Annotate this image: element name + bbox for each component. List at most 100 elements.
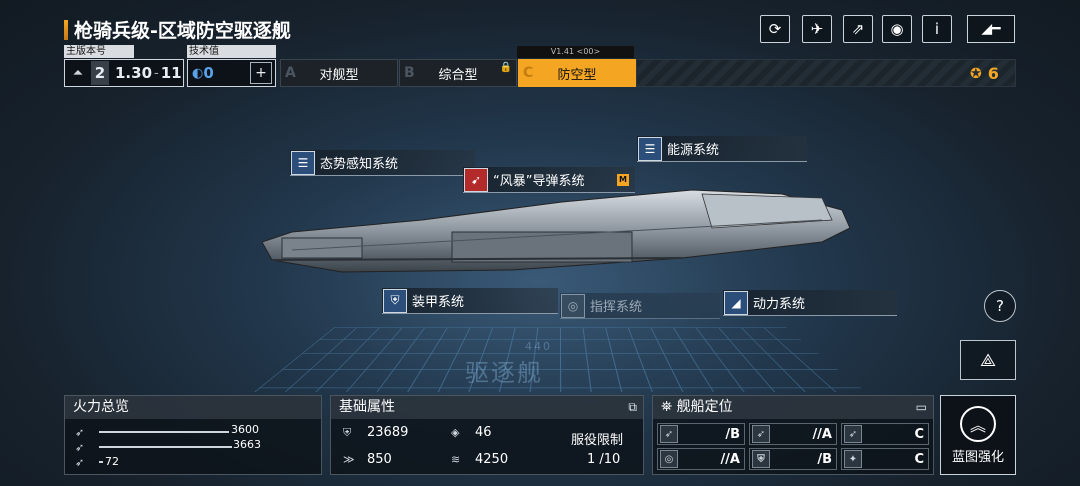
tech-number: 0 [203,64,213,82]
role-icon: ✦ [844,450,862,468]
role-grade: ➶ /B [657,423,745,445]
role-grade: ➶ C [841,423,929,445]
info-icon[interactable]: i [922,15,952,43]
system-energy[interactable]: ☰ 能源系统 [637,136,807,162]
system-command[interactable]: ◎ 指挥系统 [560,293,720,319]
toggle-icon[interactable]: ▭ [916,400,927,414]
version-sub: 1.30 [115,64,152,82]
expand-icon[interactable]: ⧉ [628,400,637,415]
tab-label: 防空型 [557,64,596,83]
panel-title: 火力总览 [65,396,321,419]
camera-icon[interactable]: ✈ [802,15,832,43]
version-value: ⏶ 2 1.30 - 11 [64,59,184,87]
command-icon: ◎ [561,294,585,318]
firepower-value: 3600 [231,423,259,436]
tab-anti-air[interactable]: C 防空型 [518,59,636,87]
role-icon: ➶ [660,425,678,443]
holo-grid-floor [254,328,866,393]
positioning-panel: ⛯ 舰船定位 ▭ ➶/B ➶//A ➶ C ◎//A ⛨/B ✦ C [652,395,934,475]
weapon-icon: ➶ [75,456,84,469]
energy-icon: ≋ [451,453,465,466]
role-icon: ➶ [844,425,862,443]
firepower-value: 3663 [233,438,261,451]
tab-label: 对舰型 [319,64,358,83]
hp-value: 23689 [367,425,408,440]
back-button[interactable]: ◢━ [967,15,1015,43]
ship-name: 枪骑兵级-区域防空驱逐舰 [74,16,291,43]
blueprint-enhance-button[interactable]: ︽ 蓝图强化 [940,395,1016,475]
tab-letter: C [523,65,533,81]
page-title: 枪骑兵级-区域防空驱逐舰 [64,16,291,43]
panel-title: ⛯ 舰船定位 [653,396,933,419]
refresh-icon[interactable]: ⟳ [760,15,790,43]
m-tag: M [617,174,629,186]
tech-label: 技术值 [187,45,276,58]
system-armor[interactable]: ⛨ 装甲系统 [382,288,558,314]
role-grade: ✦ C [841,448,929,470]
role-grade: ➶ //A [749,423,837,445]
upgrade-chevron-icon: ︽ [960,406,996,442]
tab-general[interactable]: B 综合型 🔒 [399,59,517,87]
system-label: 指挥系统 [590,296,642,315]
add-module-button[interactable]: ⟁ [960,340,1016,380]
grade-value: //A [720,452,740,467]
firepower-panel: 火力总览 ➶ ➶ ➶ 3600 3663 72 [64,395,322,475]
rank-value: 6 [988,64,999,83]
weapon-icon: ➶ [75,426,84,439]
shield-icon: ⛨ [383,289,407,313]
armor-value: 46 [475,425,492,440]
rank-icon: ✪ [970,66,982,82]
lock-icon: 🔒 [500,62,512,73]
view-icon[interactable]: ◉ [882,15,912,43]
emblem-number: 440 [525,340,552,353]
service-label: 服役限制 [571,429,623,448]
system-label: “风暴”导弹系统 [493,170,584,189]
config-tabs: A 对舰型 B 综合型 🔒 C 防空型 [280,59,637,87]
system-label: 态势感知系统 [320,153,398,172]
tab-letter: A [285,65,296,81]
ship-model[interactable] [262,180,852,280]
system-situational[interactable]: ☰ 态势感知系统 [290,150,475,176]
speed-value: 850 [367,452,392,467]
system-label: 能源系统 [667,139,719,158]
system-power[interactable]: ◢ 动力系统 [723,290,897,316]
tab-anti-ship[interactable]: A 对舰型 [280,59,398,87]
grade-value: /B [817,452,832,467]
firepower-bar [99,446,232,448]
weapon-icon: ➶ [75,441,84,454]
grade-value: /B [725,427,740,442]
version-flag: V1.41 <00> [517,46,634,58]
grade-value: C [914,427,924,442]
list-icon: ☰ [291,151,315,175]
version-sub2: 11 [161,64,182,82]
emblem-text: 驱逐舰 [465,359,543,387]
tech-add-button[interactable]: + [250,62,272,84]
version-box: 主版本号 ⏶ 2 1.30 - 11 [64,45,184,87]
tab-stripe [636,59,1016,87]
version-label: 主版本号 [64,45,134,58]
role-icon: ◎ [660,450,678,468]
grade-value: C [914,452,924,467]
title-accent-bar [64,20,68,40]
armor-icon: ◈ [451,426,465,439]
system-label: 装甲系统 [412,291,464,310]
role-grade: ◎ //A [657,448,745,470]
tech-box: 技术值 ◐ 0 + [187,45,276,87]
system-label: 动力系统 [753,293,805,312]
help-icon[interactable]: ? [984,290,1016,322]
blueprint-label: 蓝图强化 [952,446,1004,465]
list-icon: ☰ [638,137,662,161]
rank-badge: ✪ 6 [970,64,999,83]
tech-icon: ◐ [192,66,203,81]
system-missile[interactable]: ➹ “风暴”导弹系统 M [463,167,635,193]
base-stats-panel: 基础属性 ⧉ ⛨ 23689 ◈ 46 ≫ 850 ≋ 4250 服役限制 1 /10 [330,395,644,475]
role-grade: ⛨ /B [749,448,837,470]
version-main: 2 [91,61,109,85]
energy-value: 4250 [475,452,508,467]
firepower-bar [99,431,229,433]
firepower-bar [99,461,103,463]
speed-icon: ≫ [343,453,357,466]
share-icon[interactable]: ⇗ [843,15,873,43]
engine-icon: ◢ [724,291,748,315]
panel-title: 基础属性 [331,396,643,419]
